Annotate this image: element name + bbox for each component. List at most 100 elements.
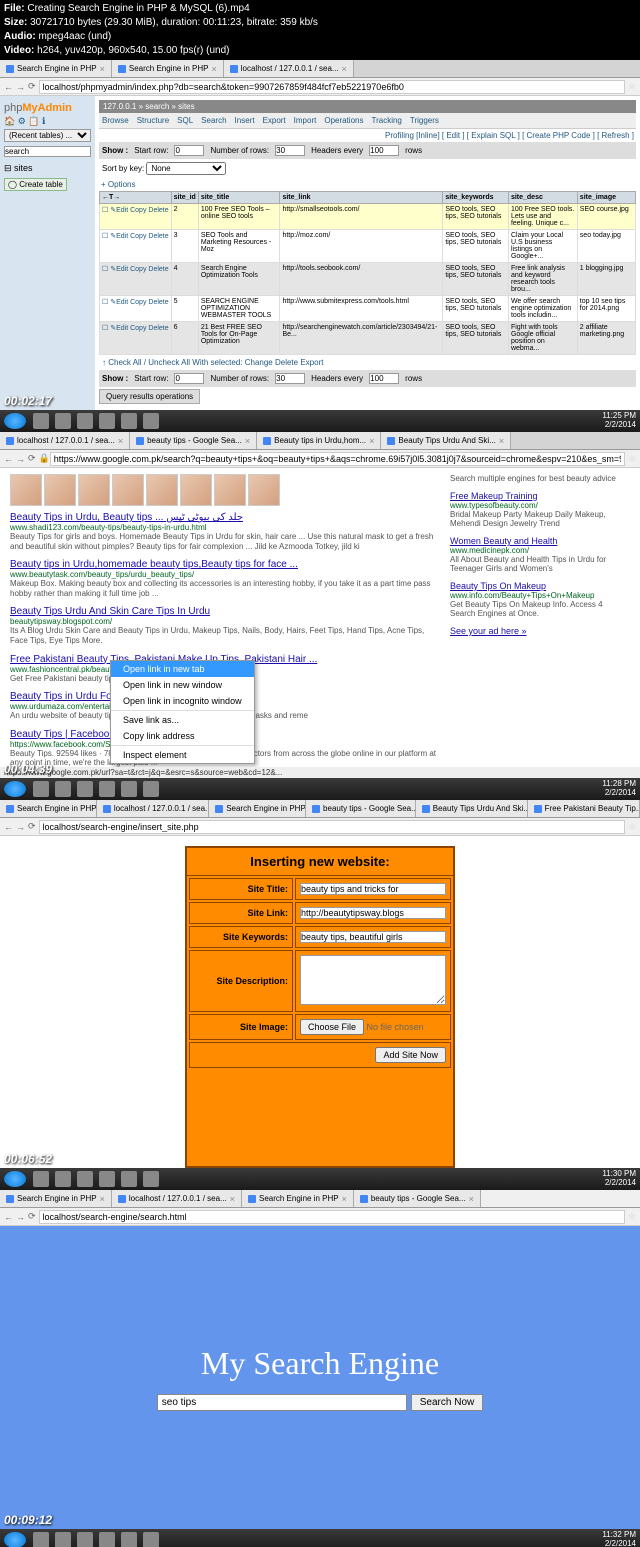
db-search[interactable] — [4, 146, 91, 157]
back-icon[interactable]: ← — [4, 1212, 13, 1222]
tab-browse[interactable]: Browse — [102, 116, 129, 125]
search-bar: Search Now — [157, 1394, 483, 1411]
site-link-input[interactable] — [300, 907, 446, 919]
tab[interactable]: Search Engine in PHP× — [242, 1190, 354, 1207]
tab-export[interactable]: Export — [263, 116, 286, 125]
video-timestamp: 00:02:17 — [4, 394, 52, 408]
forward-icon[interactable]: → — [16, 1212, 25, 1222]
tab-tracking[interactable]: Tracking — [371, 116, 401, 125]
back-icon[interactable]: ← — [4, 454, 13, 464]
tab[interactable]: Search Engine in PHP× — [0, 1190, 112, 1207]
reload-icon[interactable]: ⟳ — [28, 1211, 36, 1222]
url-input[interactable] — [50, 452, 625, 466]
bookmark-icon[interactable]: ☆ — [628, 81, 636, 92]
tab[interactable]: Search Engine in PHP× — [209, 800, 306, 817]
address-bar: ← → ⟳ ☆ — [0, 818, 640, 836]
start-button[interactable] — [4, 781, 26, 797]
form-title: Inserting new website: — [187, 848, 453, 876]
video-timestamp: 00:04:39 — [4, 762, 52, 776]
choose-file-button[interactable]: Choose File — [300, 1019, 364, 1035]
back-icon[interactable]: ← — [4, 82, 13, 92]
browser-tabs: Search Engine in PHP× localhost / 127.0.… — [0, 800, 640, 818]
tab[interactable]: Beauty Tips Urdu And Ski...× — [416, 800, 528, 817]
tab[interactable]: Beauty Tips Urdu And Ski...× — [381, 432, 511, 449]
table-row: ☐ ✎Edit Copy Delete3SEO Tools and Market… — [100, 230, 636, 263]
status-bar: https://www.google.com.pk/url?sa=t&rct=j… — [0, 767, 640, 778]
tab-operations[interactable]: Operations — [324, 116, 363, 125]
options-link[interactable]: + Options — [99, 178, 636, 191]
tab[interactable]: localhost / 127.0.0.1 / sea...× — [224, 60, 354, 77]
ctx-open-new-window[interactable]: Open link in new window — [111, 677, 254, 693]
recent-tables-select[interactable]: (Recent tables) ... — [4, 129, 91, 142]
url-input[interactable] — [39, 820, 625, 834]
forward-icon[interactable]: → — [16, 454, 25, 464]
reload-icon[interactable]: ⟳ — [28, 453, 36, 464]
start-row-input[interactable] — [174, 145, 204, 156]
ctx-open-new-tab[interactable]: Open link in new tab — [111, 661, 254, 677]
start-button[interactable] — [4, 1171, 26, 1187]
query-options[interactable]: Profiling [Inline] [ Edit ] [ Explain SQ… — [99, 129, 636, 142]
tab-sql[interactable]: SQL — [177, 116, 193, 125]
tab[interactable]: Search Engine in PHP× — [0, 60, 112, 77]
taskbar: 11:28 PM2/2/2014 — [0, 778, 640, 800]
tab[interactable]: beauty tips - Google Sea...× — [130, 432, 257, 449]
tab[interactable]: Search Engine in PHP× — [0, 800, 97, 817]
search-button[interactable]: Search Now — [411, 1394, 483, 1411]
query-results-ops[interactable]: Query results operations — [99, 389, 200, 404]
headers-every-input[interactable] — [369, 145, 399, 156]
url-input[interactable] — [39, 1210, 625, 1224]
site-title-input[interactable] — [300, 883, 446, 895]
tab[interactable]: Search Engine in PHP× — [112, 60, 224, 77]
site-description-input[interactable] — [300, 955, 446, 1005]
tab[interactable]: beauty tips - Google Sea...× — [306, 800, 416, 817]
search-result: Beauty Tips Urdu And Skin Care Tips In U… — [10, 606, 440, 645]
tab-import[interactable]: Import — [294, 116, 317, 125]
tab[interactable]: localhost / 127.0.0.1 / sea...× — [112, 1190, 242, 1207]
tab[interactable]: Free Pakistani Beauty Tip...× — [528, 800, 640, 817]
start-button[interactable] — [4, 413, 26, 429]
site-keywords-input[interactable] — [300, 931, 446, 943]
pma-toolbar: Browse Structure SQL Search Insert Expor… — [99, 113, 636, 129]
bookmark-icon[interactable]: ☆ — [628, 821, 636, 832]
video-timestamp: 00:09:12 — [4, 1513, 52, 1527]
context-menu: Open link in new tab Open link in new wi… — [110, 660, 255, 764]
reload-icon[interactable]: ⟳ — [28, 821, 36, 832]
back-icon[interactable]: ← — [4, 822, 13, 832]
browser-tabs: localhost / 127.0.0.1 / sea...× beauty t… — [0, 432, 640, 450]
page-title: My Search Engine — [201, 1345, 439, 1382]
table-row: ☐ ✎Edit Copy Delete621 Best FREE SEO Too… — [100, 322, 636, 355]
ctx-inspect[interactable]: Inspect element — [111, 747, 254, 763]
start-button[interactable] — [4, 1532, 26, 1547]
tab[interactable]: Beauty tips in Urdu,hom...× — [257, 432, 381, 449]
search-input[interactable] — [157, 1394, 407, 1411]
reload-icon[interactable]: ⟳ — [28, 81, 36, 92]
tab-search[interactable]: Search — [201, 116, 226, 125]
video-timestamp: 00:06:52 — [4, 1152, 52, 1166]
image-thumbnails — [10, 474, 440, 506]
tab-insert[interactable]: Insert — [235, 116, 255, 125]
tab-triggers[interactable]: Triggers — [410, 116, 439, 125]
taskbar: 11:32 PM2/2/2014 — [0, 1529, 640, 1547]
check-all-row[interactable]: ↑ Check All / Uncheck All With selected:… — [99, 355, 636, 370]
show-row-controls-bottom: Show :Start row:Number of rows:Headers e… — [99, 370, 636, 387]
bookmark-icon[interactable]: ☆ — [628, 1211, 636, 1222]
sort-key-select[interactable]: None — [146, 162, 226, 175]
ctx-save-link[interactable]: Save link as... — [111, 712, 254, 728]
screenshot-insert-form: Search Engine in PHP× localhost / 127.0.… — [0, 800, 640, 1190]
pma-sidebar: phpMyAdmin 🏠 ⚙ 📋 ℹ (Recent tables) ... ⊟… — [0, 96, 95, 410]
add-site-button[interactable]: Add Site Now — [375, 1047, 446, 1063]
tab[interactable]: beauty tips - Google Sea...× — [354, 1190, 481, 1207]
num-rows-input[interactable] — [275, 145, 305, 156]
forward-icon[interactable]: → — [16, 82, 25, 92]
address-bar: ← → ⟳ ☆ — [0, 78, 640, 96]
tab-structure[interactable]: Structure — [137, 116, 169, 125]
ctx-open-incognito[interactable]: Open link in incognito window — [111, 693, 254, 709]
tab[interactable]: localhost / 127.0.0.1 / sea...× — [0, 432, 130, 449]
ctx-copy-link[interactable]: Copy link address — [111, 728, 254, 744]
forward-icon[interactable]: → — [16, 822, 25, 832]
url-input[interactable] — [39, 80, 625, 94]
create-table-button[interactable]: ◯ Create table — [4, 178, 67, 191]
bookmark-icon[interactable]: ☆ — [628, 453, 636, 464]
tab[interactable]: localhost / 127.0.0.1 / sea...× — [97, 800, 209, 817]
search-result: Beauty Tips in Urdu, Beauty tips ... جلد… — [10, 512, 440, 551]
